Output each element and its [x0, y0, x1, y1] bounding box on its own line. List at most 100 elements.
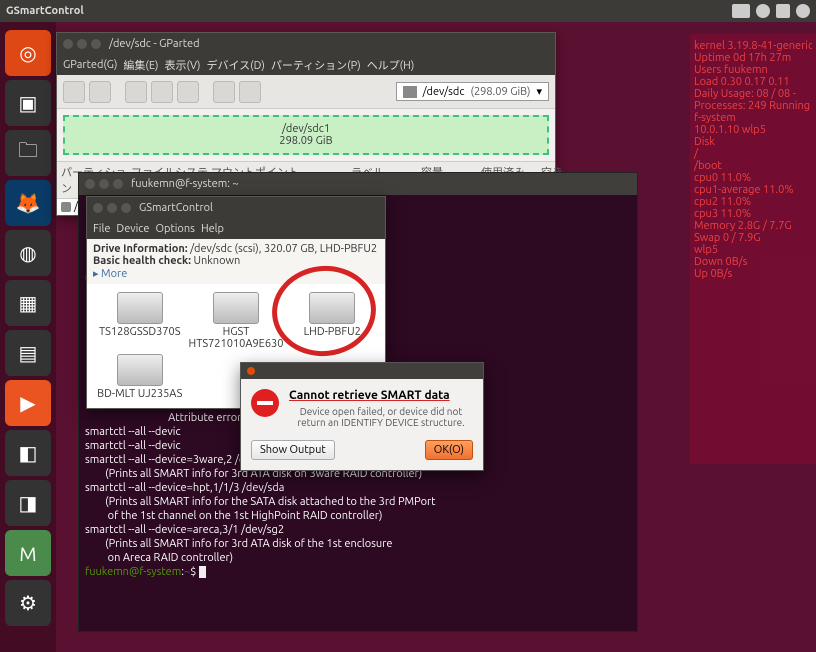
sysmon-line: Users fuukemn — [694, 64, 812, 76]
launcher-app8-icon[interactable]: ▶ — [5, 380, 51, 426]
paste-icon[interactable] — [177, 81, 199, 103]
minimize-icon[interactable] — [107, 203, 117, 213]
conky-panel: kernel 3.19.8-41-genericUptime 0d 17h 27… — [690, 34, 816, 464]
menu-item[interactable]: GParted(G) — [63, 59, 117, 71]
sysmon-line: cpu2 11.0% — [694, 196, 812, 208]
sysmon-line: wlp5 — [694, 244, 812, 256]
menu-item[interactable]: Options — [155, 223, 194, 235]
menu-item[interactable]: パーティション(P) — [271, 57, 361, 73]
close-icon[interactable] — [63, 39, 73, 49]
sound-indicator-icon[interactable] — [776, 4, 790, 18]
drive-item[interactable]: TS128GSSD370S — [95, 292, 185, 350]
menu-item[interactable]: 編集(E) — [123, 57, 158, 73]
resize-icon[interactable] — [125, 81, 147, 103]
drive-item[interactable]: BD-MLT UJ235AS — [95, 354, 185, 400]
sysmon-line: Memory 2.8G / 7.7G — [694, 220, 812, 232]
menu-item[interactable]: 表示(V) — [165, 57, 201, 73]
sysmon-line: f-system — [694, 112, 812, 124]
partition-graph-name: /dev/sdc1 — [282, 123, 330, 135]
health-value: Unknown — [193, 255, 240, 267]
drive-label: TS128GSSD370S — [99, 326, 180, 338]
terminal-titlebar[interactable]: fuukemn@f-system: ~ — [79, 173, 637, 195]
sysmon-line: Processes: 249 Running — [694, 100, 812, 112]
prompt-user: fuukemn@f-system — [85, 566, 181, 578]
top-unity-bar: GSmartControl — [0, 0, 816, 22]
partition-graph-size: 298.09 GiB — [279, 135, 332, 147]
dialog-title: Cannot retrieve SMART data — [289, 389, 473, 402]
hdd-icon — [117, 354, 163, 386]
menu-item[interactable]: Help — [201, 223, 224, 235]
sysmon-line: Swap 0 / 7.9G — [694, 232, 812, 244]
maximize-icon[interactable] — [91, 39, 101, 49]
gsmartcontrol-titlebar[interactable]: GSmartControl — [87, 197, 385, 219]
sysmon-line: cpu3 11.0% — [694, 208, 812, 220]
prompt-dollar: $ — [190, 566, 199, 578]
hdd-icon — [117, 292, 163, 324]
sysmon-line: cpu0 11.0% — [694, 172, 812, 184]
undo-icon[interactable] — [213, 81, 235, 103]
launcher-app10-icon[interactable]: ◨ — [5, 480, 51, 526]
error-icon — [251, 389, 279, 417]
sysmon-line: Up 0B/s — [694, 268, 812, 280]
sysmon-line: cpu1-average 11.0% — [694, 184, 812, 196]
sysmon-line: kernel 3.19.8-41-generic — [694, 40, 812, 52]
drive-info-label: Drive Information: — [93, 243, 188, 255]
menu-item[interactable]: Device — [116, 223, 149, 235]
apply-icon[interactable] — [239, 81, 261, 103]
drive-label: HGST HTS721010A9E630 — [189, 326, 284, 350]
active-window-title: GSmartControl — [6, 5, 84, 17]
launcher-app11-icon[interactable]: M — [5, 530, 51, 576]
device-selector[interactable]: /dev/sdc (298.09 GiB) ▾ — [396, 82, 549, 101]
partition-graph[interactable]: /dev/sdc1 298.09 GiB — [63, 115, 549, 155]
device-selector-label: /dev/sdc — [423, 86, 465, 98]
sysmon-line: Down 0B/s — [694, 256, 812, 268]
device-selector-size: (298.09 GiB) — [470, 86, 530, 98]
copy-icon[interactable] — [151, 81, 173, 103]
network-indicator-icon[interactable] — [756, 4, 770, 18]
launcher-dash-icon[interactable]: ◎ — [5, 30, 51, 76]
new-partition-icon[interactable] — [63, 81, 85, 103]
drive-item[interactable]: HGST HTS721010A9E630 — [189, 292, 284, 350]
sysmon-line: / — [694, 148, 812, 160]
hdd-icon — [403, 86, 417, 98]
drive-label: BD-MLT UJ235AS — [97, 388, 182, 400]
keyboard-indicator-icon[interactable] — [732, 4, 750, 18]
cursor — [199, 566, 206, 578]
lock-icon — [61, 202, 71, 212]
show-output-button[interactable]: Show Output — [251, 440, 335, 460]
close-icon[interactable] — [85, 179, 95, 189]
drive-info-value: /dev/sdc (scsi), 320.07 GB, LHD-PBFU2 — [190, 243, 377, 255]
close-icon[interactable] — [247, 367, 255, 375]
launcher-firefox-icon[interactable]: 🦊 — [5, 180, 51, 226]
gsmartcontrol-title: GSmartControl — [139, 202, 213, 214]
menu-item[interactable]: File — [93, 223, 110, 235]
minimize-icon[interactable] — [99, 179, 109, 189]
unity-launcher: ◎ ▣ 🗀 🦊 ◍ ▦ ▤ ▶ ◧ ◨ M ⚙ — [0, 22, 56, 652]
session-indicator-icon[interactable] — [796, 4, 810, 18]
dialog-titlebar[interactable] — [241, 363, 483, 379]
launcher-app12-icon[interactable]: ⚙ — [5, 580, 51, 626]
gsmartcontrol-menubar: File Device Options Help — [87, 219, 385, 239]
health-label: Basic health check: — [93, 255, 191, 267]
gparted-titlebar[interactable]: /dev/sdc - GParted — [57, 33, 555, 55]
launcher-app6-icon[interactable]: ▦ — [5, 280, 51, 326]
launcher-app9-icon[interactable]: ◧ — [5, 430, 51, 476]
sysmon-line: Uptime 0d 17h 27m — [694, 52, 812, 64]
launcher-files-icon[interactable]: 🗀 — [5, 130, 51, 176]
close-icon[interactable] — [93, 203, 103, 213]
maximize-icon[interactable] — [121, 203, 131, 213]
menu-item[interactable]: ヘルプ(H) — [367, 57, 415, 73]
gparted-title: /dev/sdc - GParted — [109, 38, 200, 50]
delete-partition-icon[interactable] — [89, 81, 111, 103]
launcher-terminal-icon[interactable]: ▣ — [5, 80, 51, 126]
maximize-icon[interactable] — [113, 179, 123, 189]
launcher-app5-icon[interactable]: ◍ — [5, 230, 51, 276]
dialog-description: Device open failed, or device did not re… — [289, 406, 473, 428]
error-dialog: Cannot retrieve SMART data Device open f… — [240, 362, 484, 471]
menu-item[interactable]: デバイス(D) — [206, 57, 264, 73]
sysmon-line: Disk — [694, 136, 812, 148]
launcher-app7-icon[interactable]: ▤ — [5, 330, 51, 376]
minimize-icon[interactable] — [77, 39, 87, 49]
chevron-down-icon: ▾ — [536, 85, 542, 98]
ok-button[interactable]: OK(O) — [425, 440, 473, 460]
